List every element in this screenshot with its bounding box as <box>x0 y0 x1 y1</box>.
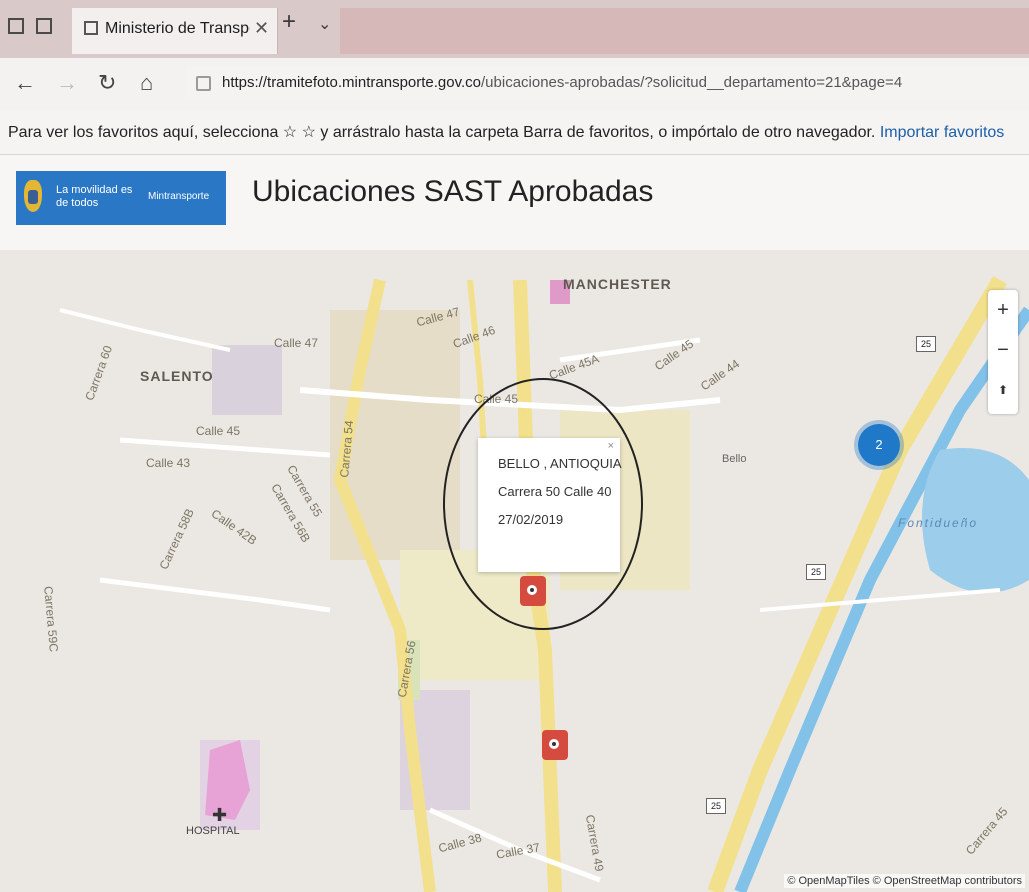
page-header: La movilidad es de todos Mintransporte U… <box>0 155 1029 250</box>
tab-actions <box>8 18 52 34</box>
lock-icon <box>196 76 211 91</box>
tab-close-icon[interactable]: ✕ <box>254 18 269 39</box>
camera-icon <box>549 739 559 749</box>
tab-menu-chevron-icon[interactable]: ⌄ <box>318 14 331 34</box>
route-shield: 25 <box>806 564 826 580</box>
favorites-bar: Para ver los favoritos aquí, selecciona … <box>0 110 1029 155</box>
browser-tab[interactable]: Ministerio de Transporte ✕ <box>72 8 278 54</box>
back-button[interactable]: ← <box>14 70 36 96</box>
logo-brand: Mintransporte <box>148 191 210 202</box>
tab-title: Ministerio de Transporte <box>105 20 250 37</box>
place-salento: SALENTO <box>140 368 214 384</box>
page-title: Ubicaciones SAST Aprobadas <box>252 175 654 208</box>
favorites-hint-text: Para ver los favoritos aquí, selecciona … <box>8 124 876 141</box>
set-aside-tabs-icon[interactable] <box>36 18 52 34</box>
mintransporte-logo[interactable]: La movilidad es de todos Mintransporte <box>16 171 226 225</box>
url-field[interactable]: https://tramitefoto.mintransporte.gov.co… <box>186 66 1029 100</box>
zoom-in-button[interactable]: + <box>988 290 1018 330</box>
forward-button[interactable]: → <box>56 70 78 96</box>
page-icon <box>84 21 98 35</box>
street-label: Calle 43 <box>146 456 191 470</box>
import-favorites-link[interactable]: Importar favoritos <box>880 124 1004 141</box>
highlight-circle <box>443 378 643 630</box>
place-hospital: HOSPITAL <box>186 825 240 837</box>
logo-slogan: La movilidad es de todos <box>56 184 133 209</box>
street-label: Calle 47 <box>274 336 319 350</box>
refresh-button[interactable]: ↻ <box>98 70 116 96</box>
tabstrip-background <box>340 8 1029 54</box>
tab-bar: Ministerio de Transporte ✕ + ⌄ <box>0 0 1029 58</box>
camera-marker[interactable] <box>542 730 568 760</box>
route-shield: 25 <box>706 798 726 814</box>
route-shield: 25 <box>916 336 936 352</box>
zoom-out-button[interactable]: − <box>988 330 1018 370</box>
place-manchester: MANCHESTER <box>563 276 672 292</box>
map-view[interactable]: SALENTO MANCHESTER Bello Fontidueño Call… <box>0 250 1029 892</box>
url-host: https://tramitefoto.mintransporte.gov.co <box>222 74 482 91</box>
home-button[interactable]: ⌂ <box>140 70 153 96</box>
favorites-hint: Para ver los favoritos aquí, selecciona … <box>8 122 1004 142</box>
water-label: Fontidueño <box>898 516 979 530</box>
hospital-icon: ✚ <box>212 805 228 825</box>
new-tab-button[interactable]: + <box>282 8 296 36</box>
map-attribution[interactable]: © OpenMapTiles © OpenStreetMap contribut… <box>784 874 1025 888</box>
coat-of-arms-icon <box>24 180 42 212</box>
tab-collection-icon[interactable] <box>8 18 24 34</box>
zoom-control: + − ⬆ <box>988 290 1018 414</box>
place-bello: Bello <box>722 453 747 465</box>
marker-cluster[interactable]: 2 <box>858 424 900 466</box>
url-path: /ubicaciones-aprobadas/?solicitud__depar… <box>481 74 903 91</box>
address-bar-row: ← → ↻ ⌂ https://tramitefoto.mintransport… <box>0 58 1029 110</box>
reset-bearing-button[interactable]: ⬆ <box>988 370 1018 410</box>
street-label: Calle 45 <box>196 424 241 438</box>
url-text: https://tramitefoto.mintransporte.gov.co… <box>222 74 902 91</box>
